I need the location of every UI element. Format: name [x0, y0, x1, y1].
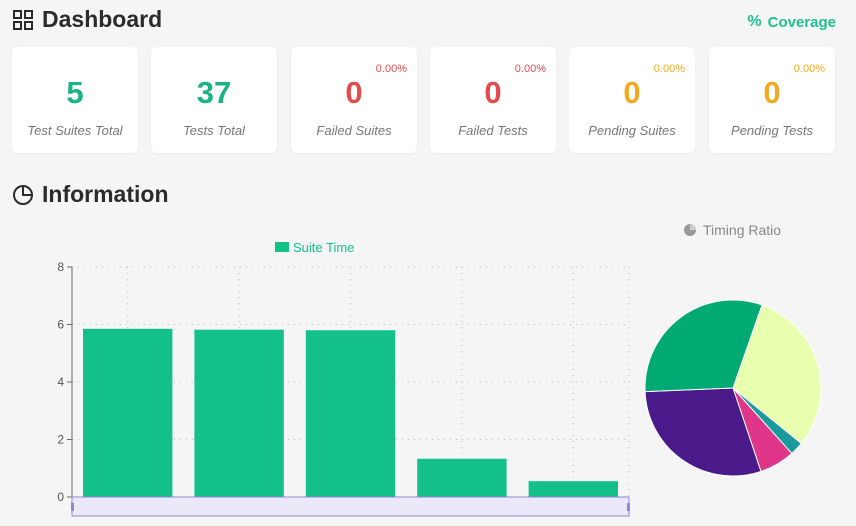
card-percent: 0.00%: [653, 63, 685, 75]
card-value: 0: [484, 75, 502, 110]
card-percent: 0.00%: [514, 63, 546, 75]
card-label: Failed Tests: [458, 123, 528, 138]
zoom-handle-left[interactable]: [71, 503, 74, 511]
y-tick-label: 6: [57, 318, 64, 332]
card-pending-suites: 0.00% 0 Pending Suites: [569, 47, 695, 153]
legend-swatch: [275, 242, 289, 252]
percent-icon: %: [747, 13, 762, 30]
pie-title: Timing Ratio: [703, 222, 781, 238]
information-title: Information: [12, 181, 169, 208]
legend-label: Suite Time: [293, 240, 354, 255]
coverage-label: Coverage: [767, 13, 836, 31]
pie-chart-icon: [13, 184, 33, 205]
card-value: 0: [345, 75, 363, 110]
suite-time-bar-chart: Suite Time 0 2 4 6 8: [57, 240, 630, 517]
bar: [528, 481, 618, 497]
zoom-handle-right[interactable]: [627, 503, 630, 511]
card-label: Tests Total: [183, 123, 245, 138]
y-tick-label: 0: [57, 490, 64, 504]
zoom-slider[interactable]: [71, 496, 630, 517]
card-tests-total: 37 Tests Total: [151, 47, 277, 153]
card-value: 5: [66, 75, 84, 110]
bar: [417, 458, 507, 497]
y-tick-label: 2: [57, 433, 64, 447]
information-title-text: Information: [42, 181, 169, 207]
y-tick-label: 4: [57, 375, 64, 389]
card-failed-suites: 0.00% 0 Failed Suites: [291, 47, 417, 153]
card-pending-tests: 0.00% 0 Pending Tests: [709, 47, 835, 153]
dashboard-title: Dashboard: [12, 6, 162, 33]
card-label: Test Suites Total: [27, 123, 123, 138]
bar: [194, 329, 284, 497]
bar: [83, 328, 173, 497]
card-label: Pending Suites: [588, 123, 676, 138]
card-percent: 0.00%: [375, 63, 407, 75]
dashboard-title-text: Dashboard: [42, 6, 163, 32]
card-label: Pending Tests: [731, 123, 813, 138]
pie-title-icon-wedge: [690, 224, 696, 230]
card-failed-tests: 0.00% 0 Failed Tests: [430, 47, 556, 153]
coverage-link[interactable]: % Coverage: [747, 13, 836, 31]
card-value: 0: [763, 75, 781, 110]
grid-icon: [13, 9, 33, 30]
card-test-suites-total: 5 Test Suites Total: [12, 47, 138, 153]
card-label: Failed Suites: [316, 123, 392, 138]
card-percent: 0.00%: [793, 63, 825, 75]
pie-title-icon: [684, 224, 696, 236]
timing-ratio-pie-chart: Timing Ratio: [644, 222, 822, 477]
y-tick-label: 8: [57, 260, 64, 274]
card-value: 37: [196, 75, 232, 110]
bar: [305, 330, 396, 497]
card-value: 0: [623, 75, 641, 110]
